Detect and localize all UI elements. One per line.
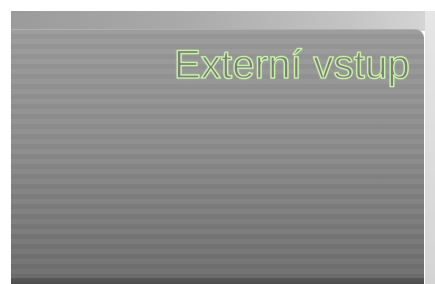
screen: Externí vstup: [0, 0, 435, 284]
right-edge: [425, 11, 435, 284]
bottom-edge: [11, 278, 424, 284]
panel-title: Externí vstup: [173, 42, 410, 87]
input-panel: Externí vstup: [11, 29, 424, 278]
top-strip: [11, 11, 435, 31]
